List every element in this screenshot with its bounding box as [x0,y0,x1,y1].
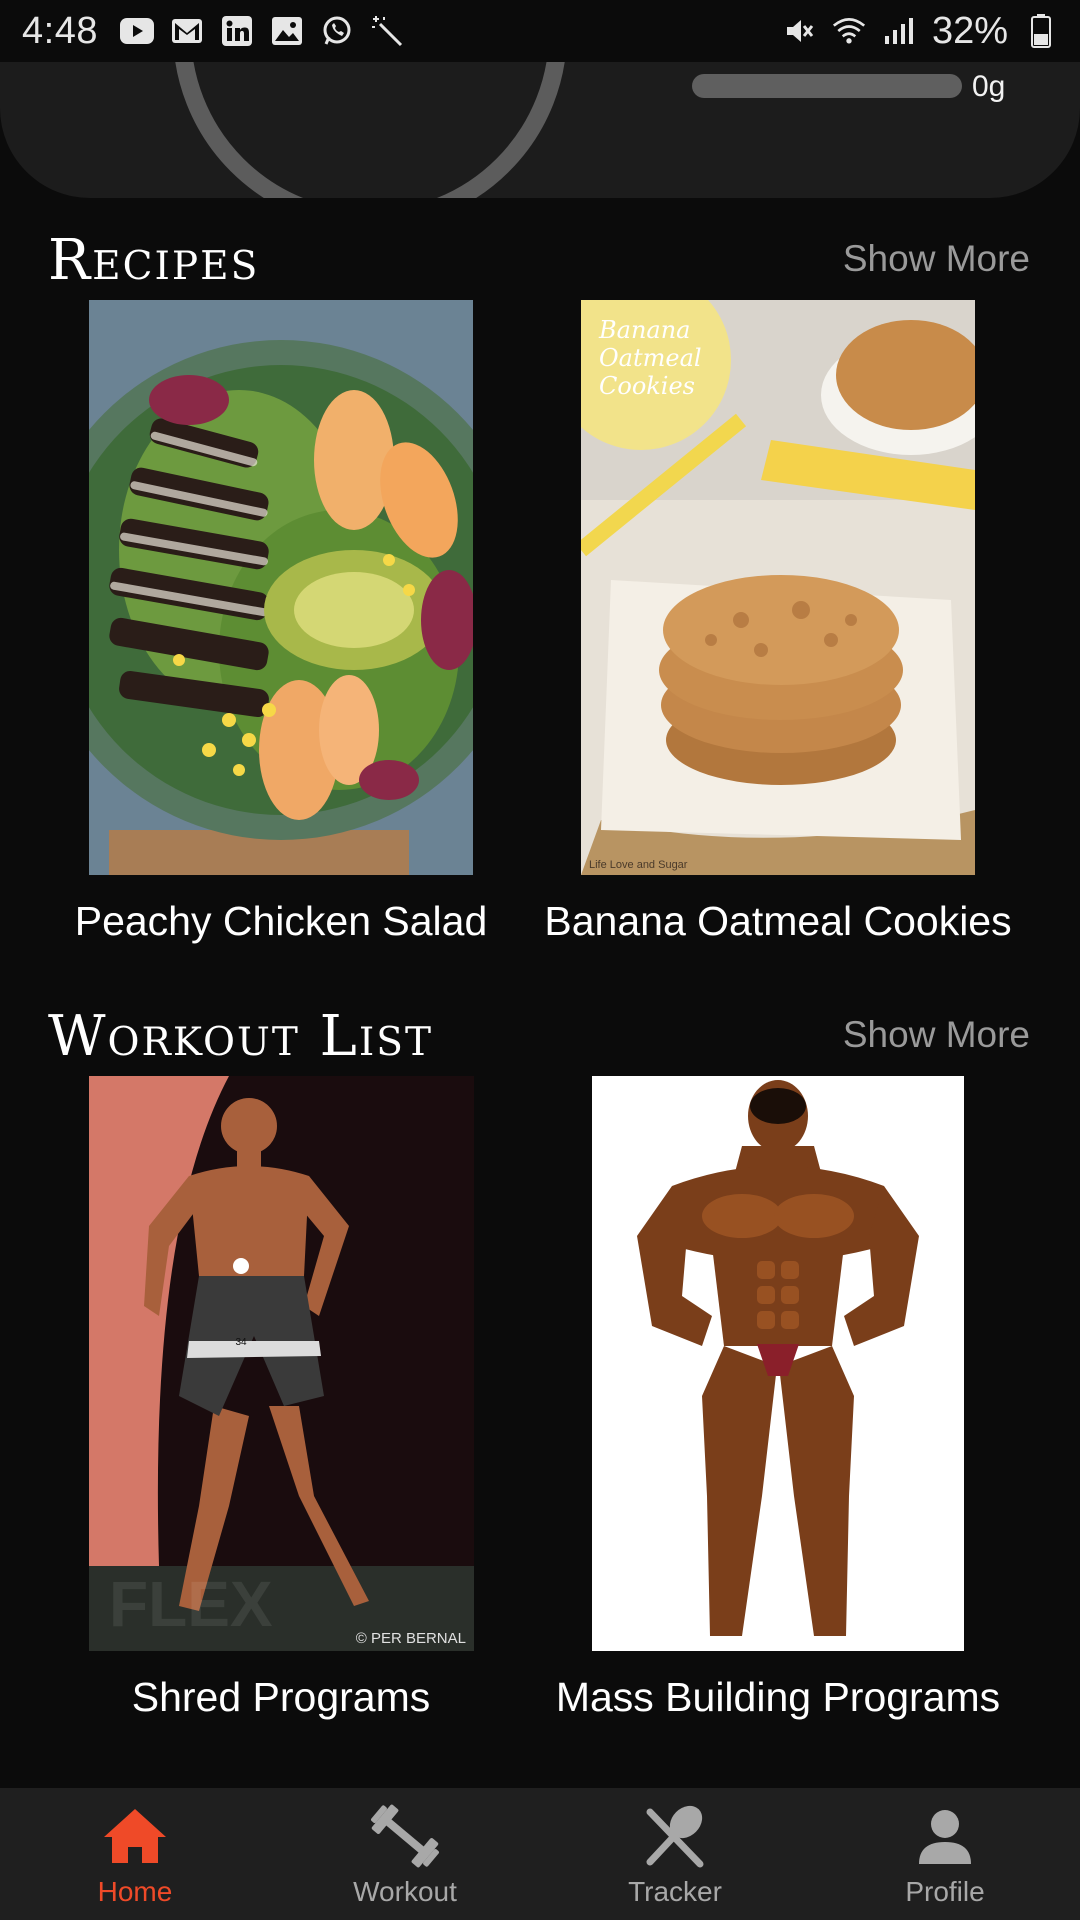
battery-percent: 32% [931,9,1008,52]
nav-item-workout[interactable]: Workout [270,1788,540,1920]
person-icon [909,1804,981,1868]
shred-image-credit: © PER BERNAL [355,1630,466,1647]
workout-card-label[interactable]: Mass Building Programs [528,1674,1028,1721]
wifi-icon [832,14,866,48]
nav-label-workout: Workout [353,1876,457,1907]
youtube-icon [119,14,154,48]
utensils-icon [639,1804,711,1868]
nav-label-profile: Profile [905,1876,985,1907]
signal-icon [882,14,916,48]
recipe-card-label[interactable]: Peachy Chicken Salad [60,898,502,945]
recipes-section-title: Recipes [48,228,260,293]
linkedin-icon [220,14,254,48]
workout-card-image[interactable]: FLEX 34 © PER BERNAL [89,1076,474,1651]
cookies-image-caption: Banana Oatmeal Cookies [599,316,702,400]
summary-card: 0g [0,62,1080,198]
bottom-navigation: Home Workout Tracker Profile [0,1788,1080,1920]
recipes-show-more-button[interactable]: Show More [843,238,1030,280]
mute-icon [782,14,816,48]
gmail-icon [170,14,204,48]
status-time: 4:48 [22,9,98,52]
watermark: FLEX [109,1568,273,1640]
workout-section-title: Workout List [48,1004,433,1069]
cookies-image-credit: Life Love and Sugar [589,859,688,871]
mass-image [592,1076,964,1651]
recipe-card-image[interactable] [89,300,473,875]
nav-item-profile[interactable]: Profile [810,1788,1080,1920]
macro-value: 0g [972,70,1006,103]
status-bar: 4:48 32% [0,0,1080,62]
macro-progress-bar [692,74,962,98]
salad-image [89,300,473,875]
dumbbell-icon [369,1804,441,1868]
nav-item-tracker[interactable]: Tracker [540,1788,810,1920]
home-icon [99,1804,171,1868]
workout-card-image[interactable] [592,1076,964,1651]
workout-card-label[interactable]: Shred Programs [60,1674,502,1721]
recipe-card-label[interactable]: Banana Oatmeal Cookies [528,898,1028,945]
calorie-ring [175,62,565,198]
nav-label-tracker: Tracker [628,1876,722,1907]
battery-icon [1024,14,1058,48]
nav-item-home[interactable]: Home [0,1788,270,1920]
nav-label-home: Home [97,1876,173,1907]
workout-show-more-button[interactable]: Show More [843,1014,1030,1056]
magic-wand-icon [370,14,404,48]
recipe-card-image[interactable]: Banana Oatmeal Cookies Life Love and Sug… [581,300,975,875]
status-bar-right: 32% [782,10,1058,53]
shred-image: FLEX [89,1076,474,1651]
shred-image-badge: 34 [235,1337,247,1348]
status-bar-left: 4:48 [22,10,404,53]
gallery-icon [270,14,304,48]
whatsapp-icon [320,14,354,48]
